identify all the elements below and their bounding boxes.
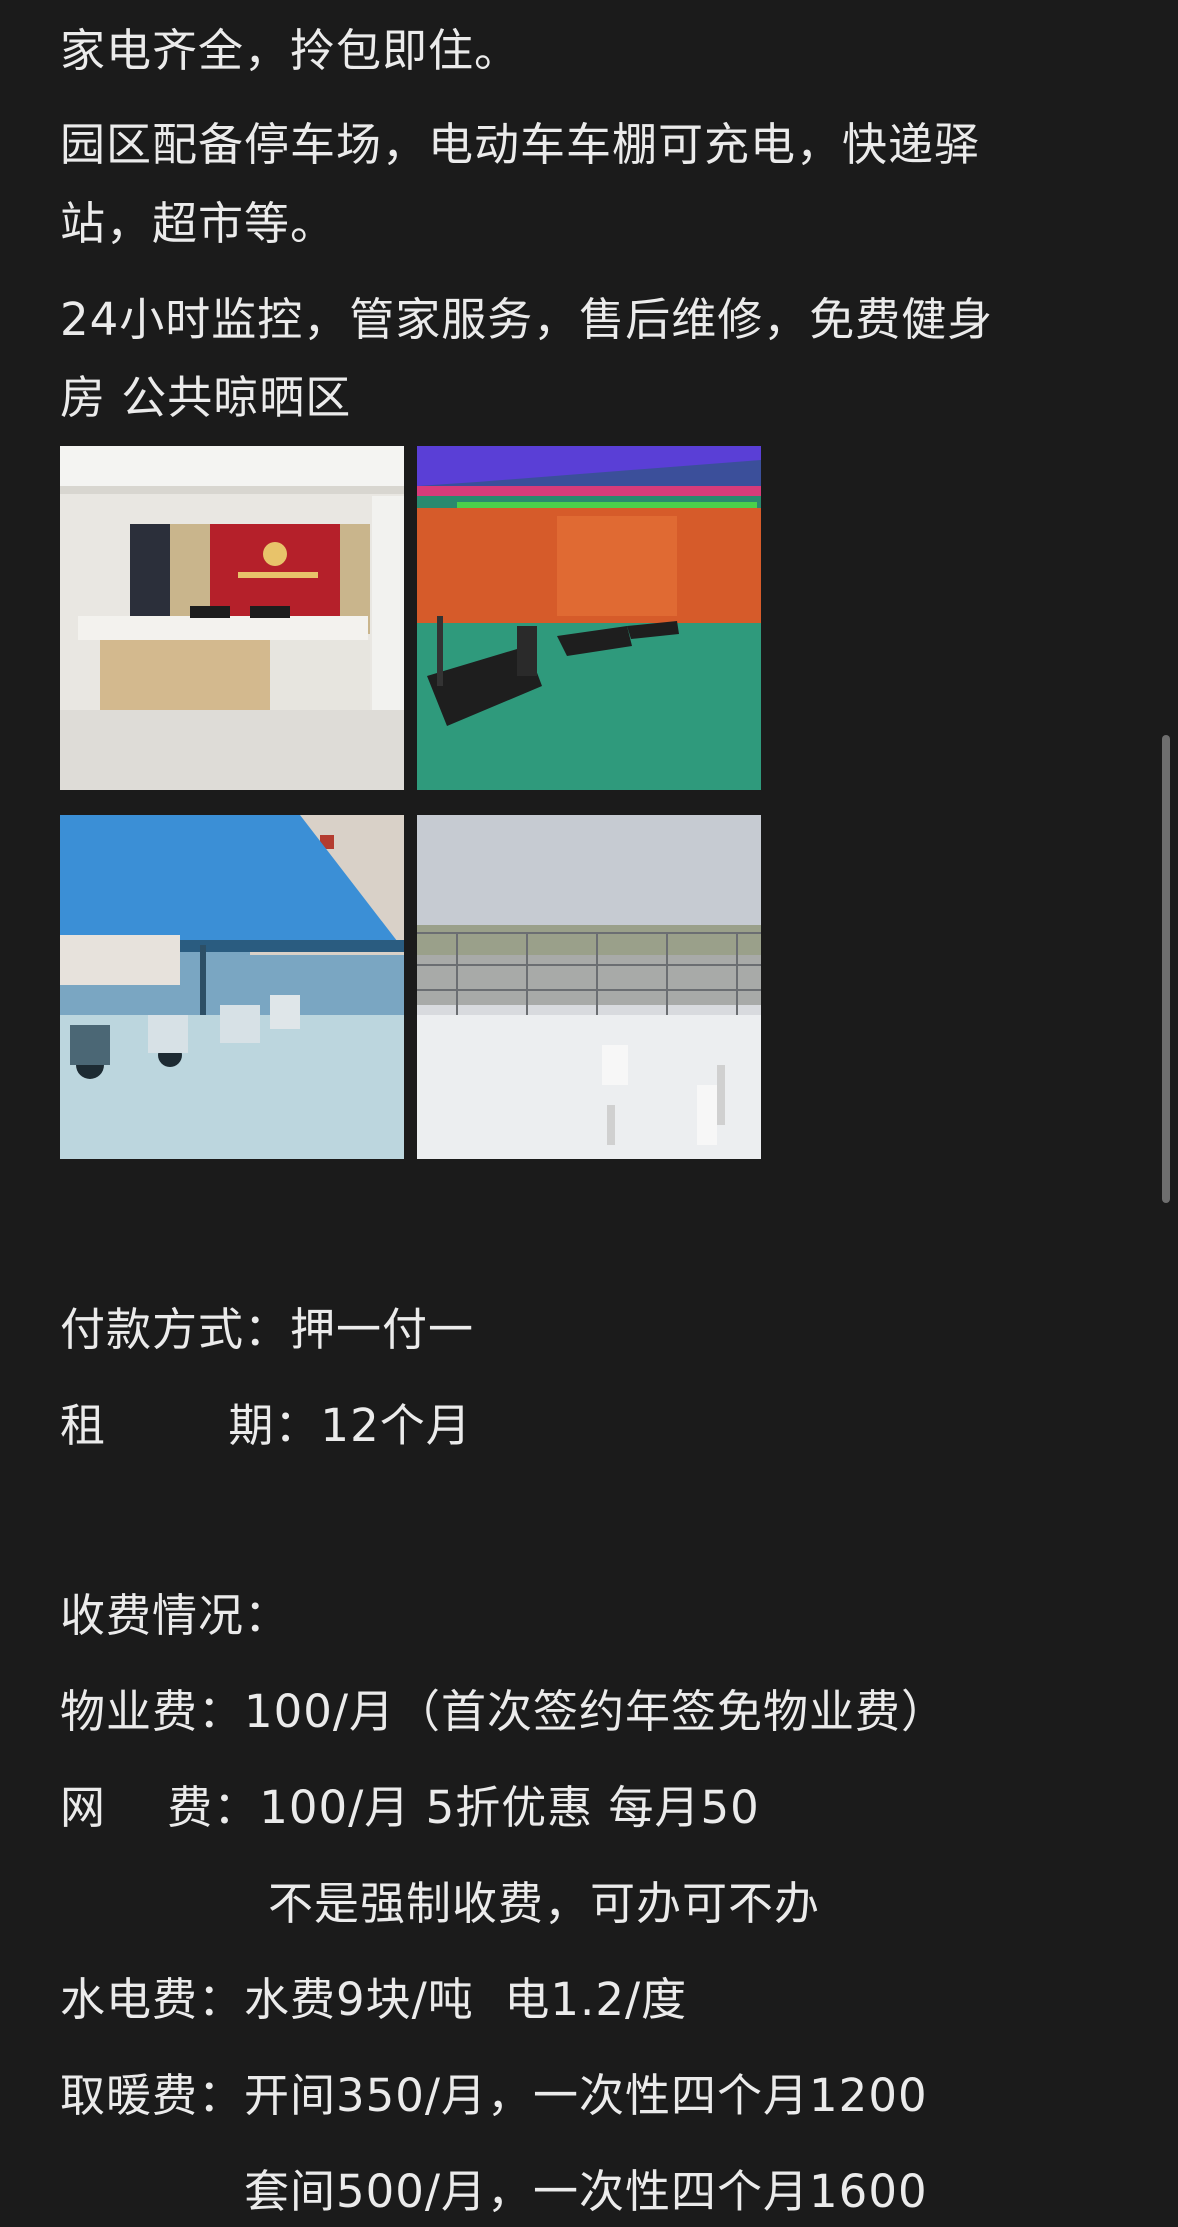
vertical-scrollbar[interactable]: [1162, 735, 1170, 1203]
text-line-facilities-cont: 站，超市等。: [60, 197, 337, 250]
photo-gym[interactable]: [417, 446, 761, 790]
photo-ebike-shed[interactable]: [60, 815, 404, 1159]
text-line-facilities: 园区配备停车场，电动车车棚可充电，快递驿: [60, 118, 981, 171]
text-line-utilities: 水电费：水费9块/吨 电1.2/度: [60, 1973, 688, 2026]
text-line-services-cont: 房 公共晾晒区: [60, 371, 352, 424]
ebike-shed-image: [60, 815, 404, 1159]
text-line-property-fee: 物业费：100/月（首次签约年签免物业费）: [60, 1685, 948, 1738]
photo-drying-area[interactable]: [417, 815, 761, 1159]
text-line-payment: 付款方式：押一付一: [60, 1303, 475, 1356]
text-line-appliances: 家电齐全，拎包即住。: [60, 24, 521, 77]
text-line-internet-fee: 网 费：100/月 5折优惠 每月50: [60, 1781, 760, 1834]
text-line-internet-note: 不是强制收费，可办可不办: [268, 1877, 821, 1930]
text-line-heating: 取暖费：开间350/月，一次性四个月1200: [60, 2069, 928, 2122]
text-line-fees-header: 收费情况：: [60, 1589, 291, 1642]
text-line-services: 24小时监控，管家服务，售后维修，免费健身: [60, 293, 994, 346]
photo-reception[interactable]: [60, 446, 404, 790]
reception-image: [60, 446, 404, 790]
gym-image: [417, 446, 761, 790]
text-line-term: 租 期：12个月: [60, 1399, 472, 1452]
text-line-heating-suite: 套间500/月，一次性四个月1600: [244, 2165, 928, 2218]
article-page: 家电齐全，拎包即住。 园区配备停车场，电动车车棚可充电，快递驿 站，超市等。 2…: [0, 0, 1178, 2227]
drying-area-image: [417, 815, 761, 1159]
